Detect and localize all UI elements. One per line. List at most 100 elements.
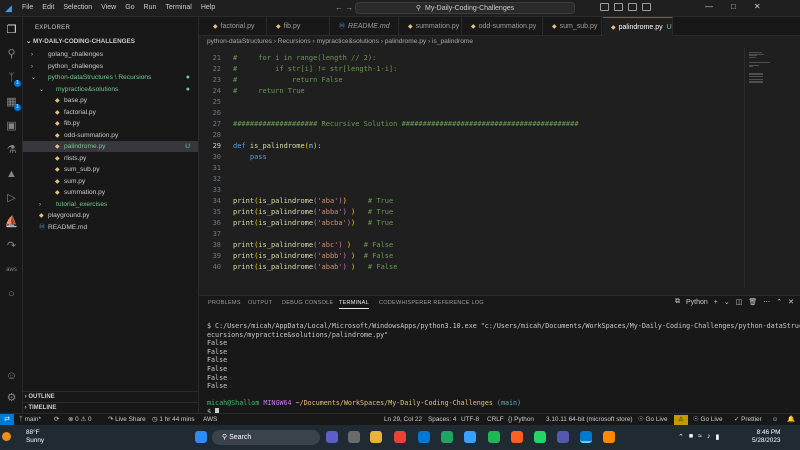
explorer-file[interactable]: ◆ factorial.py: [23, 107, 198, 118]
code-line[interactable]: 35 print(is_palindrome('abba') ) # True: [199, 207, 744, 218]
tab-output[interactable]: OUTPUT: [248, 300, 272, 306]
postman-icon[interactable]: [511, 431, 523, 443]
go-live-warning-icon[interactable]: ⚠: [674, 415, 688, 425]
menu-terminal[interactable]: Terminal: [165, 4, 191, 11]
tab-debug-console[interactable]: DEBUG CONSOLE: [282, 300, 333, 306]
aws-icon[interactable]: aws: [4, 263, 19, 278]
tab-odd-summation-py[interactable]: ◆ odd-summation.py: [463, 17, 543, 36]
tab-problems[interactable]: PROBLEMS: [208, 300, 241, 306]
docker-icon[interactable]: ⛵: [4, 215, 19, 230]
explorer-folder[interactable]: ⌄ mypractice&solutions ●: [23, 84, 198, 95]
app-icon-red[interactable]: [394, 431, 406, 443]
terminal-output[interactable]: $ C:/Users/micah/AppData/Local/Microsoft…: [207, 322, 800, 417]
tray-app-icon[interactable]: ■: [689, 433, 693, 441]
explorer-folder[interactable]: › tutorial_exercises: [23, 199, 198, 210]
explorer-file[interactable]: ◆ rlists.py: [23, 153, 198, 164]
code-line[interactable]: 37: [199, 229, 744, 240]
close-icon[interactable]: ✕: [754, 2, 761, 11]
outline-section[interactable]: › OUTLINE: [23, 391, 198, 402]
nav-back-forward-icon[interactable]: ← →: [335, 3, 353, 12]
menu-go[interactable]: Go: [125, 4, 134, 11]
live-share-icon[interactable]: ↷: [4, 239, 19, 254]
code-line[interactable]: 28: [199, 130, 744, 141]
tab-terminal[interactable]: TERMINAL: [339, 300, 369, 309]
code-line[interactable]: 31: [199, 163, 744, 174]
toggle-sidebar-icon[interactable]: [600, 3, 609, 11]
code-line[interactable]: 36 print(is_palindrome('abcba')) # True: [199, 218, 744, 229]
explorer-file[interactable]: ◆ odd-summation.py: [23, 130, 198, 141]
code-line[interactable]: 21 # for i in range(length // 2):: [199, 53, 744, 64]
teams-work-icon[interactable]: [557, 431, 569, 443]
vscode-taskbar-icon[interactable]: [580, 431, 592, 443]
code-line[interactable]: 24 # return True: [199, 86, 744, 97]
volume-icon[interactable]: ♪: [707, 433, 711, 441]
tab-summation-py[interactable]: ◆ summation.py: [400, 17, 462, 36]
tab-sum-sub-py[interactable]: ◆ sum_sub.py: [544, 17, 602, 36]
chevron-up-icon[interactable]: ⌃: [776, 298, 782, 306]
code-line[interactable]: 40 print(is_palindrome('abab') ) # False: [199, 262, 744, 273]
explorer-folder[interactable]: ⌄ python-dataStructures \ Recursions ●: [23, 72, 198, 83]
mail-icon[interactable]: [418, 431, 430, 443]
menu-run[interactable]: Run: [144, 4, 157, 11]
menu-view[interactable]: View: [101, 4, 116, 11]
command-center-search[interactable]: ⚲ My-Daily-Coding-Challenges: [355, 2, 575, 14]
code-line[interactable]: 23 # return False: [199, 75, 744, 86]
start-windows-icon[interactable]: [195, 431, 207, 443]
extensions-icon[interactable]: ▦ 1: [4, 95, 21, 111]
remote-explorer-icon[interactable]: ▣: [4, 119, 19, 134]
toggle-secondary-sidebar-icon[interactable]: [628, 3, 637, 11]
split-terminal-icon[interactable]: ◫: [736, 298, 743, 306]
code-line[interactable]: 26: [199, 108, 744, 119]
code-line[interactable]: 27 #################### Recursive Solutio…: [199, 119, 744, 130]
explorer-folder[interactable]: › python_challenges: [23, 61, 198, 72]
terminal-shell-label[interactable]: Python: [686, 299, 708, 306]
explorer-file[interactable]: ◆ fib.py: [23, 118, 198, 129]
tab-fib-py[interactable]: ◆ fib.py: [268, 17, 330, 36]
explorer-icon[interactable]: ❐: [4, 23, 19, 38]
code-line[interactable]: 34 print(is_palindrome('aba')) # True: [199, 196, 744, 207]
run-debug-icon[interactable]: ▷: [4, 191, 19, 206]
explorer-folder[interactable]: › golang_challenges: [23, 49, 198, 60]
tray-chevron-up-icon[interactable]: ⌃: [678, 433, 684, 441]
testing-icon[interactable]: ⚗: [4, 143, 19, 158]
tab-palindrome-py[interactable]: ◆ palindrome.py U: [603, 17, 673, 36]
close-panel-icon[interactable]: ✕: [788, 298, 794, 306]
explorer-file[interactable]: ◆ base.py: [23, 95, 198, 106]
toggle-panel-icon[interactable]: [614, 3, 623, 11]
explorer-file[interactable]: ◆ summation.py: [23, 187, 198, 198]
app-icon-blue[interactable]: [464, 431, 476, 443]
menu-selection[interactable]: Selection: [63, 4, 92, 11]
codewhisperer-icon[interactable]: ○: [4, 287, 19, 302]
explorer-file[interactable]: Ⓜ README.md: [23, 222, 198, 233]
tab-readme-md[interactable]: Ⓜ README.md: [331, 17, 399, 36]
explorer-file[interactable]: ◆ playground.py: [23, 210, 198, 221]
code-line[interactable]: 30 pass: [199, 152, 744, 163]
chevron-down-icon[interactable]: ⌄: [724, 298, 730, 306]
menu-help[interactable]: Help: [201, 4, 215, 11]
account-icon[interactable]: ☺: [4, 369, 19, 384]
menu-edit[interactable]: Edit: [42, 4, 54, 11]
tab-factorial-py[interactable]: ◆ factorial.py: [205, 17, 267, 36]
search-icon[interactable]: ⚲: [4, 47, 19, 62]
source-control-icon[interactable]: ᛉ1: [4, 71, 21, 87]
new-terminal-icon[interactable]: +: [714, 299, 718, 306]
tab-codewhisperer-log[interactable]: CODEWHISPERER REFERENCE LOG: [379, 300, 484, 306]
whatsapp-icon[interactable]: [534, 431, 546, 443]
explorer-file[interactable]: ◆ sum.py: [23, 176, 198, 187]
timeline-section[interactable]: › TIMELINE: [23, 402, 198, 413]
maximize-icon[interactable]: □: [731, 2, 736, 11]
wifi-icon[interactable]: ≈: [698, 433, 702, 441]
code-line[interactable]: 25: [199, 97, 744, 108]
code-line[interactable]: 39 print(is_palindrome('abbb') ) # False: [199, 251, 744, 262]
code-line[interactable]: 22 # if str[i] != str[length-1-i]:: [199, 64, 744, 75]
workspace-root[interactable]: ⌄ MY-DAILY-CODING-CHALLENGES: [26, 38, 135, 45]
task-view-icon[interactable]: [348, 431, 360, 443]
code-line[interactable]: 29 def is_palindrome(n):: [199, 141, 744, 152]
manage-gear-icon[interactable]: ⚙: [4, 391, 19, 406]
terraform-icon[interactable]: ▲: [4, 167, 19, 182]
explorer-file[interactable]: ◆ palindrome.py U: [23, 141, 198, 152]
edge-browser-icon[interactable]: [441, 431, 453, 443]
minimize-icon[interactable]: —: [705, 2, 713, 11]
battery-icon[interactable]: ▮: [715, 433, 719, 441]
code-line[interactable]: 38 print(is_palindrome('abc') ) # False: [199, 240, 744, 251]
